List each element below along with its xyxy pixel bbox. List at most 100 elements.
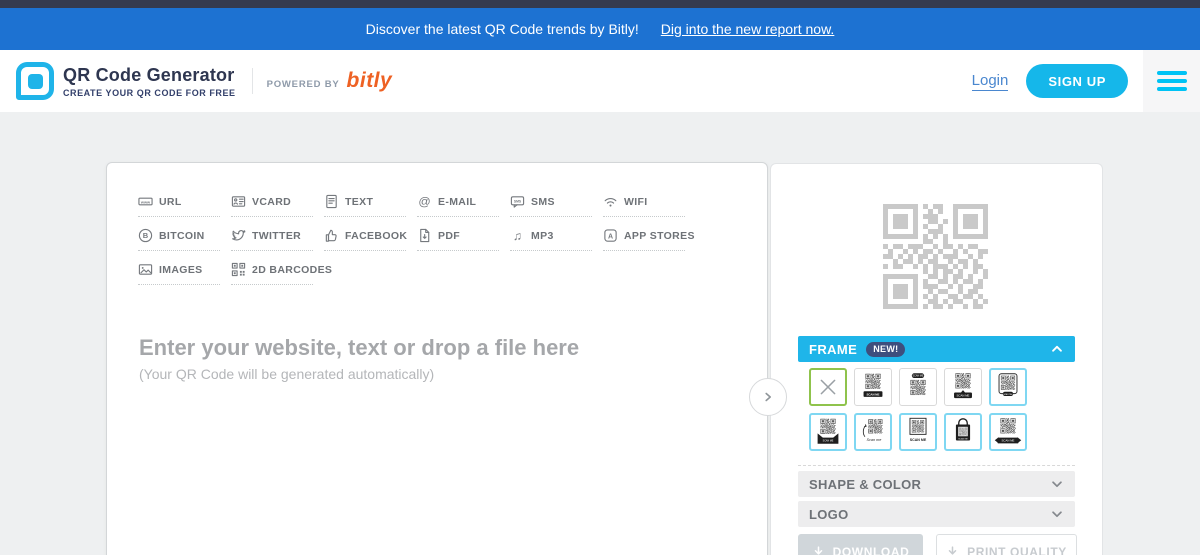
tab-2d-barcodes[interactable]: 2D BARCODES	[231, 262, 313, 285]
download-icon	[812, 546, 825, 555]
chevron-right-icon	[760, 389, 776, 405]
frame-option-label-bottom[interactable]: SCAN ME	[854, 368, 892, 406]
tab-wifi[interactable]: WIFI	[603, 194, 685, 217]
svg-text:SCAN ME: SCAN ME	[958, 437, 968, 440]
images-icon	[138, 262, 153, 277]
facebook-icon	[324, 228, 339, 243]
svg-text:B: B	[143, 231, 149, 240]
tab-sms[interactable]: SMSSMS	[510, 194, 592, 217]
qr-code-preview	[883, 204, 988, 309]
vcard-icon	[231, 194, 246, 209]
mp3-icon: ♫	[510, 228, 525, 243]
svg-text:SCAN ME: SCAN ME	[823, 440, 834, 443]
tab-pdf[interactable]: PDF	[417, 228, 499, 251]
qr-logo-icon	[16, 62, 54, 100]
tab-bitcoin[interactable]: B BITCOIN	[138, 228, 220, 251]
download-button[interactable]: DOWNLOAD	[798, 534, 923, 555]
tab-facebook[interactable]: FACEBOOK	[324, 228, 406, 251]
download-label: DOWNLOAD	[833, 545, 910, 555]
brand-tagline: CREATE YOUR QR CODE FOR FREE	[63, 88, 236, 98]
site-header: QR Code Generator CREATE YOUR QR CODE FO…	[0, 50, 1200, 112]
text-icon	[324, 194, 339, 209]
tab-label: VCARD	[252, 196, 291, 208]
print-quality-button[interactable]: PRINT QUALITY	[936, 534, 1077, 555]
tab-twitter[interactable]: TWITTER	[231, 228, 313, 251]
wifi-icon	[603, 194, 618, 209]
qr-icon	[231, 262, 246, 277]
logo-title: LOGO	[809, 507, 848, 522]
svg-text:SCAN ME: SCAN ME	[1002, 439, 1015, 443]
tab-images[interactable]: IMAGES	[138, 262, 220, 285]
frame-option-ribbon[interactable]: SCAN ME	[989, 413, 1027, 451]
login-link[interactable]: Login	[972, 72, 1009, 91]
signup-button[interactable]: SIGN UP	[1026, 64, 1128, 98]
content-type-tabs: www URL VCARD TEXT @E-MAIL SMSSMS WIFI B BITCOIN…	[107, 163, 767, 285]
tab-label: IMAGES	[159, 264, 203, 276]
svg-text:SCAN ME: SCAN ME	[957, 394, 970, 398]
print-quality-label: PRINT QUALITY	[967, 545, 1067, 555]
tab-url[interactable]: www URL	[138, 194, 220, 217]
tab-label: TWITTER	[252, 230, 301, 242]
twitter-icon	[231, 228, 246, 243]
tab-email[interactable]: @E-MAIL	[417, 194, 499, 217]
svg-text:SCAN ME: SCAN ME	[866, 392, 879, 396]
url-icon: www	[138, 194, 153, 209]
logo[interactable]: QR Code Generator CREATE YOUR QR CODE FO…	[16, 62, 236, 100]
svg-text:www: www	[140, 199, 151, 204]
preview-card: FRAME NEW! SCAN ME SCAN ME SCAN ME scan me S…	[770, 163, 1103, 555]
tab-label: APP STORES	[624, 230, 695, 242]
frame-option-scan-me-below[interactable]: SCAN ME	[899, 413, 937, 451]
frame-option-envelope[interactable]: SCAN ME	[809, 413, 847, 451]
frame-option-shopping-bag[interactable]: SCAN ME	[944, 413, 982, 451]
frame-option-none-selected[interactable]	[809, 368, 847, 406]
svg-text:@: @	[418, 194, 430, 208]
tab-label: MP3	[531, 230, 554, 242]
svg-text:A: A	[608, 233, 613, 240]
header-divider	[252, 68, 253, 94]
frame-option-bubble-bottom[interactable]: SCAN ME	[944, 368, 982, 406]
sms-icon: SMS	[510, 194, 525, 209]
frame-option-tag-top[interactable]: SCAN ME	[899, 368, 937, 406]
frame-option-rounded-pill[interactable]: scan me	[989, 368, 1027, 406]
chevron-up-icon	[1050, 342, 1064, 356]
tab-text[interactable]: TEXT	[324, 194, 406, 217]
svg-text:SCAN ME: SCAN ME	[910, 438, 927, 442]
top-strip	[0, 0, 1200, 8]
frame-section-header[interactable]: FRAME NEW!	[798, 336, 1075, 362]
input-placeholder-title[interactable]: Enter your website, text or drop a file …	[139, 335, 579, 361]
promo-report-link[interactable]: Dig into the new report now.	[661, 21, 835, 37]
powered-by: POWERED BY bitly	[267, 69, 393, 93]
menu-zone	[1143, 50, 1200, 112]
frame-title: FRAME	[809, 342, 857, 357]
shape-color-title: SHAPE & COLOR	[809, 477, 921, 492]
chevron-down-icon	[1050, 477, 1064, 491]
shape-color-section-header[interactable]: SHAPE & COLOR	[798, 471, 1075, 497]
tab-label: 2D BARCODES	[252, 264, 332, 276]
tab-app-stores[interactable]: AAPP STORES	[603, 228, 685, 251]
editor-card: www URL VCARD TEXT @E-MAIL SMSSMS WIFI B BITCOIN…	[106, 162, 768, 555]
hamburger-menu-icon[interactable]	[1157, 71, 1187, 91]
promo-banner: Discover the latest QR Code trends by Bi…	[0, 8, 1200, 50]
tab-label: FACEBOOK	[345, 230, 407, 242]
logo-section-header[interactable]: LOGO	[798, 501, 1075, 527]
svg-text:SCAN ME: SCAN ME	[912, 375, 923, 378]
email-icon: @	[417, 194, 432, 209]
powered-by-label: POWERED BY	[267, 79, 340, 90]
tab-label: BITCOIN	[159, 230, 205, 242]
svg-text:scan me: scan me	[1004, 393, 1014, 396]
frame-option-handwritten[interactable]: Scan me	[854, 413, 892, 451]
tab-mp3[interactable]: ♫ MP3	[510, 228, 592, 251]
tab-label: WIFI	[624, 196, 648, 208]
tab-vcard[interactable]: VCARD	[231, 194, 313, 217]
download-icon	[946, 546, 959, 555]
tab-label: URL	[159, 196, 182, 208]
app-stores-icon: A	[603, 228, 618, 243]
panel-collapse-button[interactable]	[749, 378, 787, 416]
bitly-wordmark: bitly	[347, 69, 393, 93]
input-placeholder-subtitle: (Your QR Code will be generated automati…	[139, 366, 434, 382]
promo-text: Discover the latest QR Code trends by Bi…	[366, 21, 639, 37]
logo-text: QR Code Generator CREATE YOUR QR CODE FO…	[63, 65, 236, 98]
chevron-down-icon	[1050, 507, 1064, 521]
new-badge: NEW!	[866, 342, 905, 357]
svg-text:SMS: SMS	[514, 200, 522, 204]
